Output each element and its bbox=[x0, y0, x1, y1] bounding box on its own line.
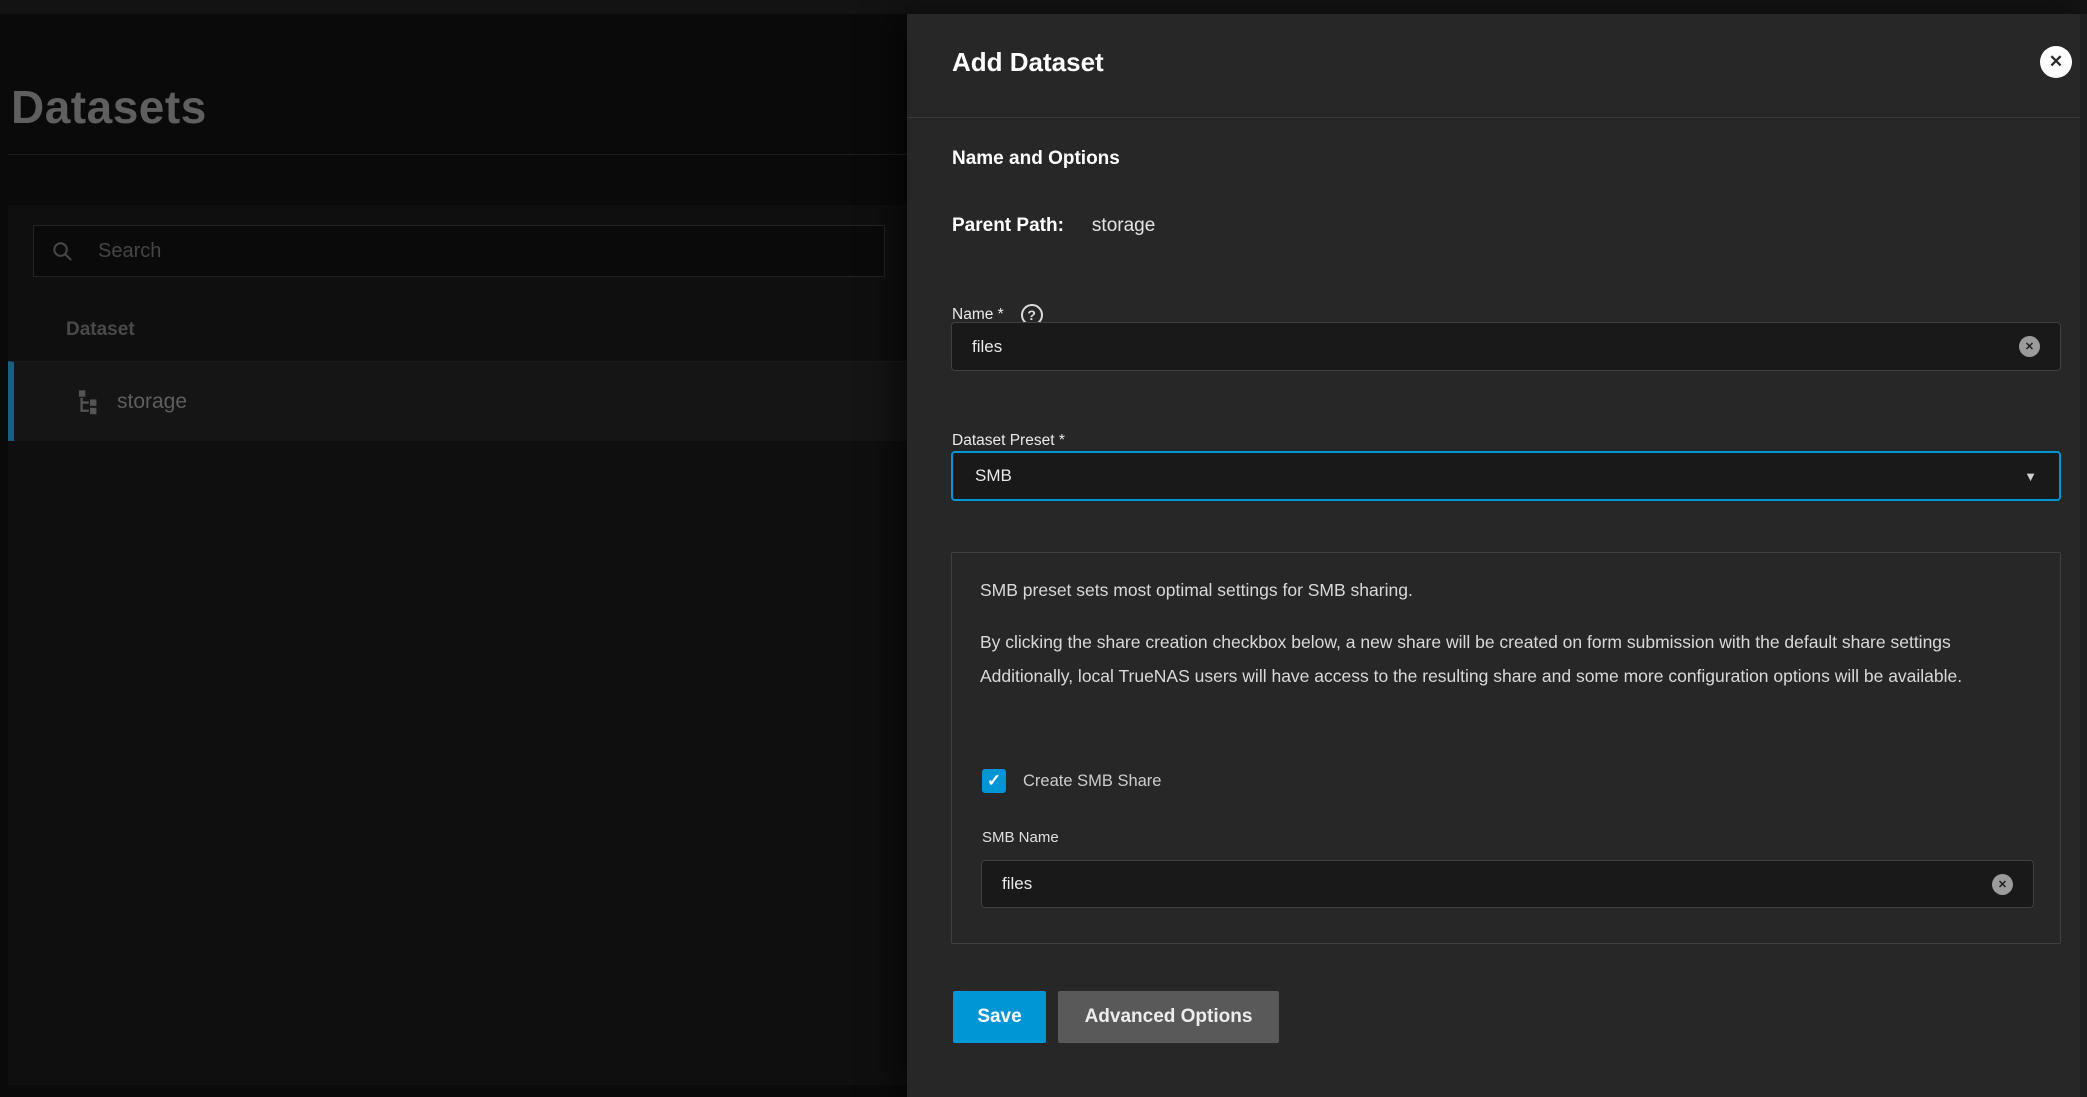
dataset-row-label: storage bbox=[117, 390, 187, 414]
advanced-options-button[interactable]: Advanced Options bbox=[1058, 991, 1279, 1043]
add-dataset-drawer: Add Dataset ✕ Name and Options Parent Pa… bbox=[907, 14, 2087, 1097]
preset-label-row: Dataset Preset * bbox=[952, 432, 1065, 450]
preset-field-label: Dataset Preset * bbox=[952, 432, 1065, 450]
smb-name-label: SMB Name bbox=[982, 829, 1059, 846]
name-input[interactable] bbox=[972, 337, 2019, 357]
parent-path-row: Parent Path: storage bbox=[952, 215, 1155, 237]
create-smb-share-row: ✓ Create SMB Share bbox=[982, 769, 1161, 793]
datasets-card: Dataset storage bbox=[8, 205, 907, 1085]
table-column-header: Dataset bbox=[66, 319, 135, 341]
close-icon[interactable]: ✕ bbox=[2040, 46, 2072, 78]
divider bbox=[907, 117, 2087, 118]
chevron-down-icon: ▼ bbox=[2024, 469, 2037, 484]
clear-name-icon[interactable]: ✕ bbox=[2019, 336, 2040, 357]
save-button[interactable]: Save bbox=[953, 991, 1046, 1043]
preset-info-line2: By clicking the share creation checkbox … bbox=[980, 625, 2036, 693]
preset-info-line1: SMB preset sets most optimal settings fo… bbox=[980, 573, 2036, 607]
search-icon bbox=[51, 240, 74, 263]
create-smb-share-checkbox[interactable]: ✓ bbox=[982, 769, 1006, 793]
parent-path-label: Parent Path: bbox=[952, 215, 1064, 237]
preset-selected-value: SMB bbox=[975, 466, 2024, 486]
search-box[interactable] bbox=[33, 225, 885, 277]
section-heading: Name and Options bbox=[952, 148, 1120, 170]
create-smb-share-label: Create SMB Share bbox=[1023, 772, 1161, 791]
top-bar bbox=[0, 0, 2087, 14]
smb-name-input[interactable] bbox=[1002, 874, 1992, 894]
dataset-preset-select[interactable]: SMB ▼ bbox=[951, 451, 2061, 501]
clear-smb-name-icon[interactable]: ✕ bbox=[1992, 874, 2013, 895]
smb-preset-info-box: SMB preset sets most optimal settings fo… bbox=[951, 552, 2061, 944]
dataset-tree-icon bbox=[76, 388, 104, 416]
name-input-wrap: ✕ bbox=[951, 322, 2061, 371]
search-input[interactable] bbox=[98, 240, 884, 263]
page-title: Datasets bbox=[11, 80, 207, 134]
form-buttons: Save Advanced Options bbox=[953, 991, 1279, 1043]
datasets-page: Datasets Dataset storage bbox=[0, 14, 907, 1097]
smb-name-input-wrap: ✕ bbox=[981, 860, 2034, 908]
table-row-storage[interactable]: storage bbox=[8, 361, 907, 441]
drawer-title: Add Dataset bbox=[952, 47, 1104, 78]
scrollbar[interactable] bbox=[2080, 14, 2087, 1097]
parent-path-value: storage bbox=[1092, 215, 1155, 237]
divider bbox=[8, 154, 907, 155]
